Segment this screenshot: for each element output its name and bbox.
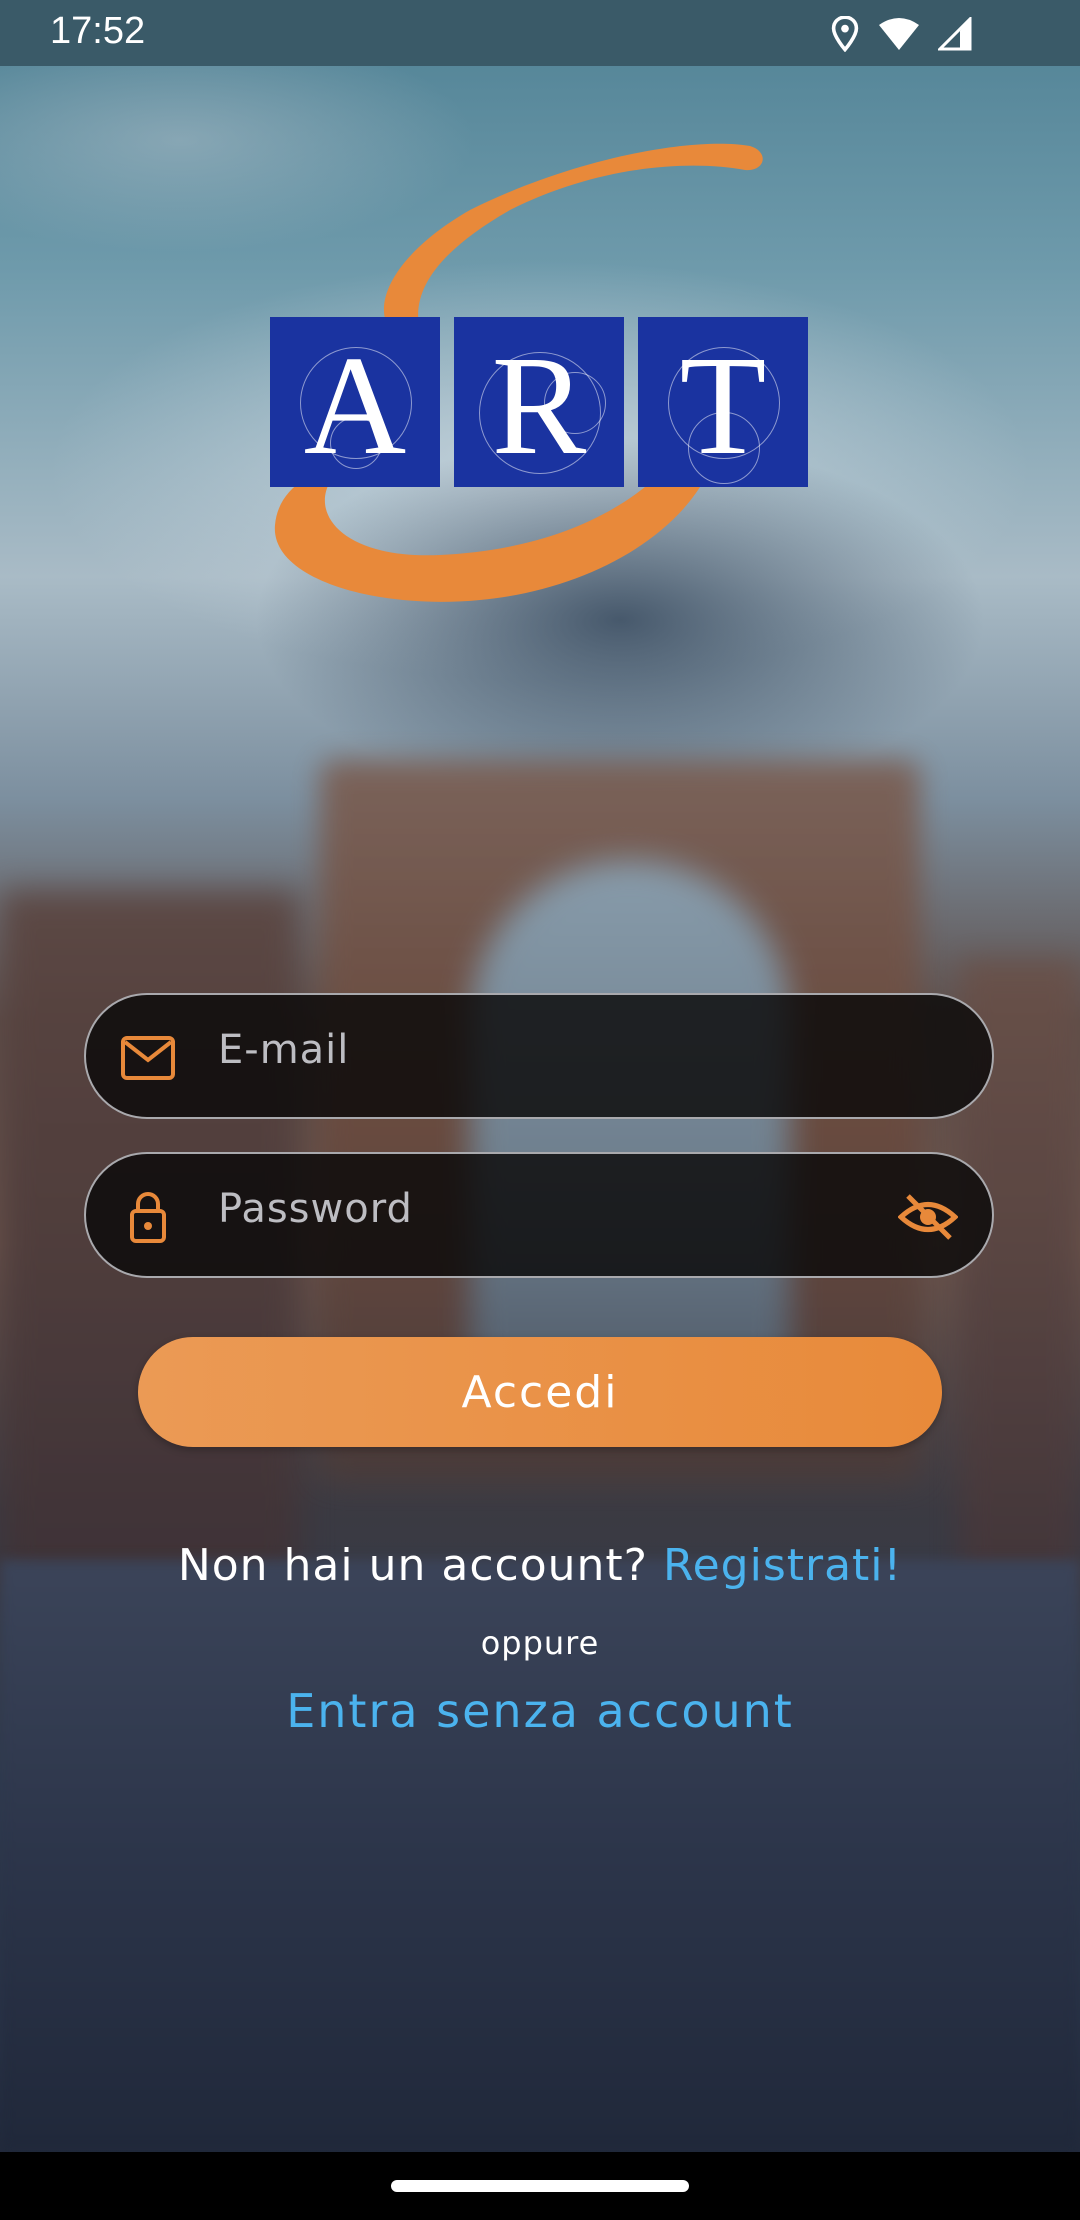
eye-off-icon[interactable] (898, 1192, 958, 1242)
location-icon (831, 16, 859, 52)
status-bar: 17:52 (0, 0, 1080, 66)
mail-icon (121, 1036, 175, 1080)
logo-letter-t: T (679, 326, 767, 484)
password-placeholder: Password (218, 1186, 413, 1232)
background-arch-opening (470, 860, 790, 1400)
logo-tile-a: A (270, 317, 440, 487)
guest-login-link[interactable]: Entra senza account (0, 1684, 1080, 1738)
email-placeholder: E-mail (218, 1027, 350, 1073)
app-logo: A R T (270, 140, 810, 640)
email-field[interactable]: E-mail (84, 993, 994, 1119)
logo-tile-t: T (638, 317, 808, 487)
password-field[interactable]: Password (84, 1152, 994, 1278)
signup-link[interactable]: Registrati! (663, 1540, 902, 1591)
signup-prompt: Non hai un account? (177, 1540, 648, 1591)
cellular-signal-icon (938, 17, 972, 51)
or-text: oppure (480, 1624, 600, 1662)
logo-tile-r: R (454, 317, 624, 487)
logo-letter-a: A (303, 326, 407, 484)
home-indicator[interactable] (391, 2180, 689, 2192)
lock-icon (130, 1192, 166, 1243)
signup-prompt-line: Non hai un account? Registrati! (0, 1540, 1080, 1591)
status-time: 17:52 (50, 10, 146, 52)
logo-letter-r: R (491, 326, 587, 484)
wifi-icon (879, 18, 919, 50)
login-button[interactable]: Accedi (138, 1337, 942, 1447)
